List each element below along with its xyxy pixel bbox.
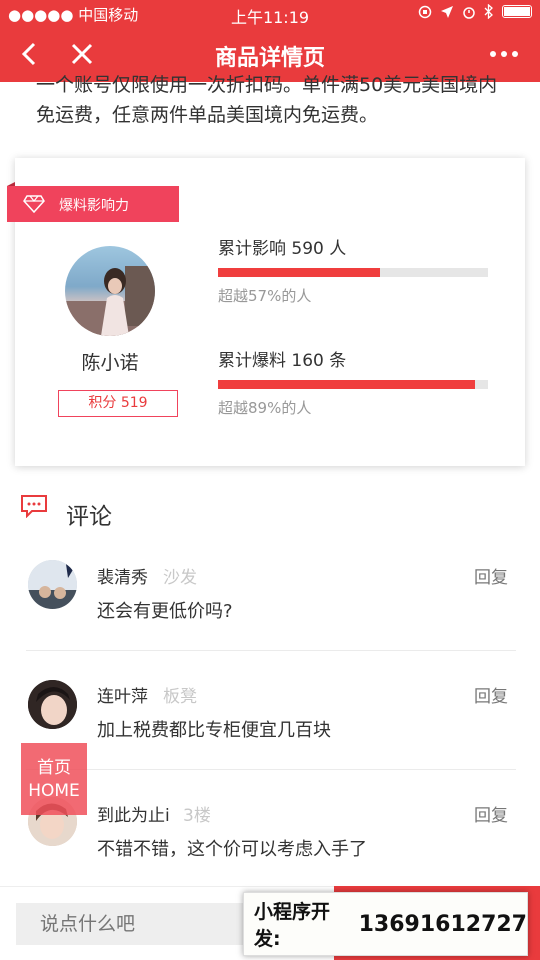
comment-divider bbox=[26, 769, 516, 770]
bluetooth-icon bbox=[484, 4, 493, 19]
comment-bubble-icon bbox=[21, 495, 47, 518]
comment-floor-tag: 3楼 bbox=[183, 806, 211, 826]
comment-floor-tag: 板凳 bbox=[163, 687, 197, 707]
comment-author: 到此为止i bbox=[97, 806, 170, 826]
promo-banner-phone: 13691612727 bbox=[358, 911, 527, 937]
comment-avatar[interactable] bbox=[28, 680, 77, 729]
home-button[interactable]: 首页 HOME bbox=[21, 743, 87, 815]
reply-button[interactable]: 回复 bbox=[474, 682, 508, 707]
reply-button[interactable]: 回复 bbox=[474, 563, 508, 588]
more-menu-icon[interactable] bbox=[490, 40, 526, 68]
status-bar: ●●●●● 中国移动 上午11:19 bbox=[0, 0, 540, 28]
comment-divider bbox=[26, 650, 516, 651]
stat-posts-progress bbox=[218, 380, 488, 389]
comment-floor-tag: 沙发 bbox=[163, 568, 197, 588]
page-title: 商品详情页 bbox=[214, 46, 325, 71]
status-icons bbox=[418, 4, 532, 19]
location-icon bbox=[441, 5, 453, 18]
influence-badge-label: 爆料影响力 bbox=[59, 198, 129, 214]
stat-posts-subtext: 超越89%的人 bbox=[218, 399, 312, 417]
avatar-photo bbox=[65, 266, 155, 336]
comment-text: 还会有更低价吗? bbox=[97, 601, 233, 622]
promo-banner-label: 小程序开发: bbox=[254, 901, 331, 950]
home-button-sublabel: HOME bbox=[28, 781, 80, 801]
user-name: 陈小诺 bbox=[81, 352, 139, 374]
comment-text: 不错不错，这个价可以考虑入手了 bbox=[97, 839, 367, 860]
influence-badge: 爆料影响力 bbox=[7, 186, 179, 222]
stat-influence-progress bbox=[218, 268, 488, 277]
comment-author: 裴清秀 bbox=[97, 568, 148, 588]
user-avatar[interactable] bbox=[65, 246, 155, 336]
rotation-lock-icon bbox=[418, 5, 432, 18]
alarm-icon bbox=[463, 6, 475, 19]
diamond-icon bbox=[23, 195, 45, 214]
battery-icon bbox=[502, 5, 532, 18]
home-button-label: 首页 bbox=[37, 758, 71, 778]
stat-posts-label: 累计爆料 160 条 bbox=[218, 351, 347, 371]
comment-avatar[interactable] bbox=[28, 560, 77, 609]
reply-button[interactable]: 回复 bbox=[474, 801, 508, 826]
deal-description: 一个账号仅限使用一次折扣码。单件满50美元美国境内免运费，任意两件单品美国境内免… bbox=[36, 74, 498, 126]
comment-text: 加上税费都比专柜便宜几百块 bbox=[97, 720, 331, 741]
comment-author: 连叶萍 bbox=[97, 687, 148, 707]
points-badge: 积分 519 bbox=[58, 390, 178, 417]
stat-influence-subtext: 超越57%的人 bbox=[218, 287, 312, 305]
comments-title: 评论 bbox=[66, 504, 112, 530]
stat-influence-label: 累计影响 590 人 bbox=[218, 239, 347, 259]
promo-banner: 小程序开发: 13691612727 bbox=[243, 892, 528, 956]
